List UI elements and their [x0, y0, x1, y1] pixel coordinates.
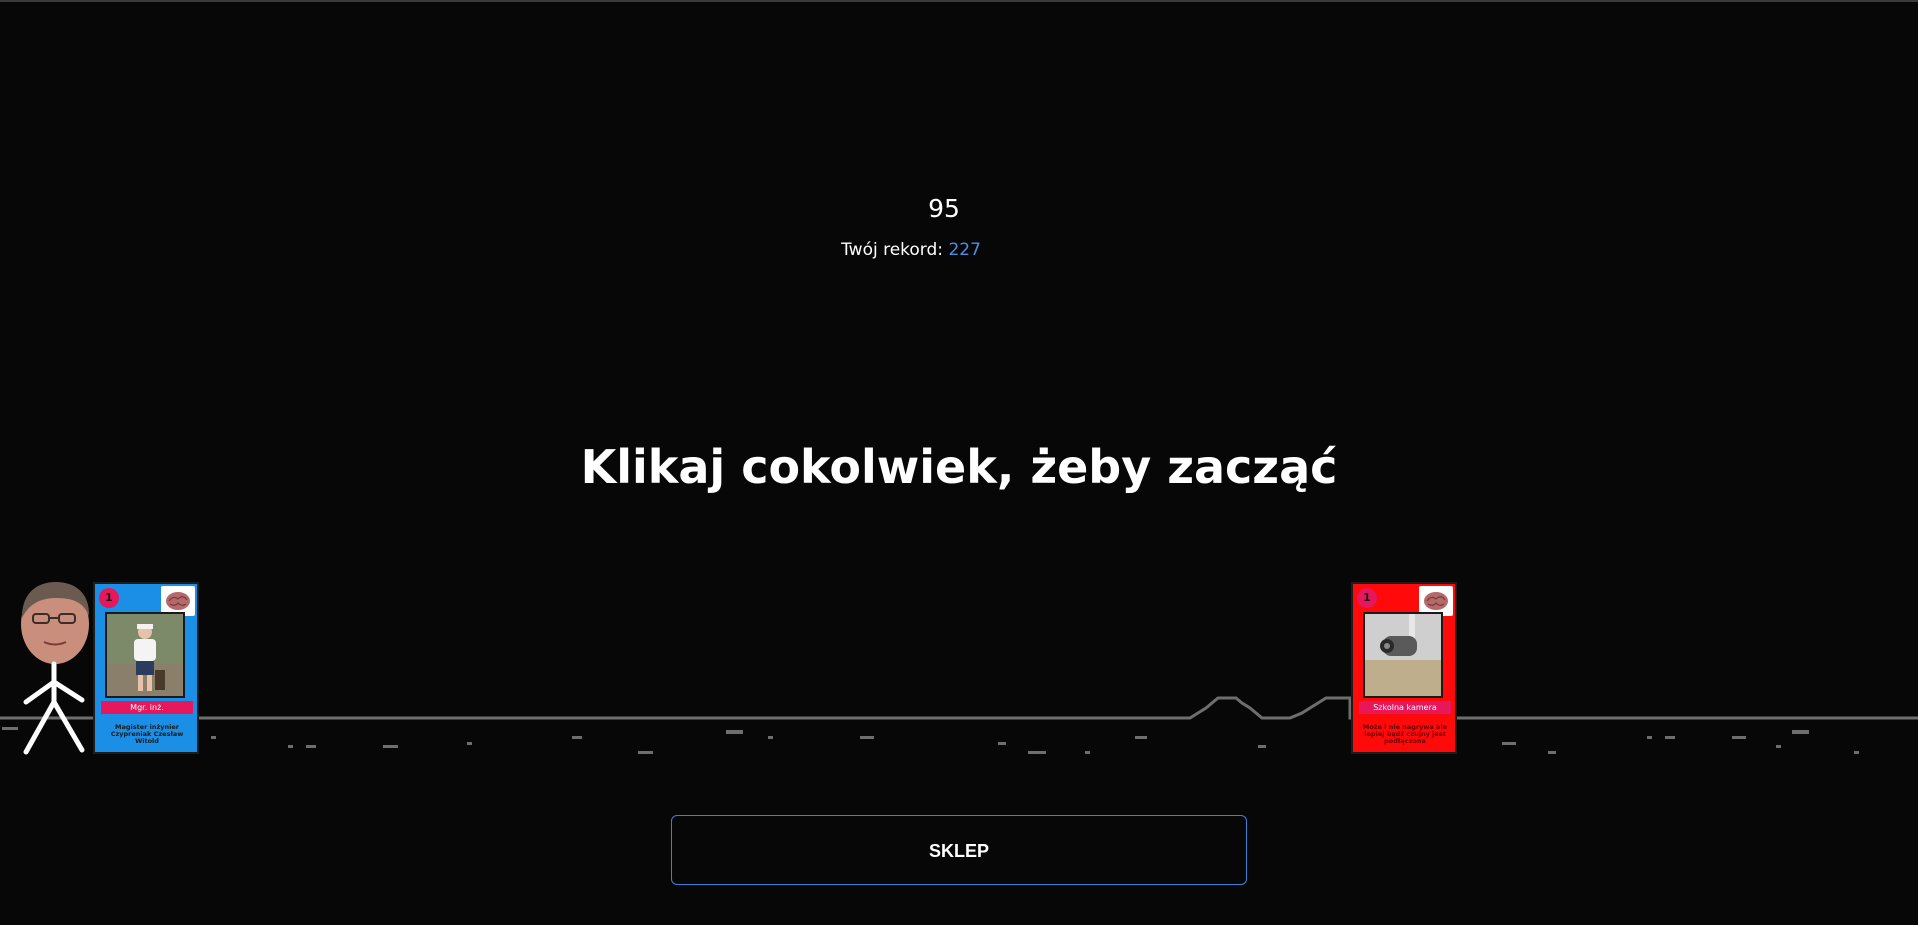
player-card: 1 Mgr. inż. Magister inżynier Czypreniak… [93, 582, 199, 754]
ground-line [0, 696, 1918, 720]
player-card-level-badge: 1 [99, 588, 119, 608]
player-body [23, 661, 85, 755]
game-canvas[interactable]: 95 Twój rekord: 227 Klikaj cokolwiek, że… [0, 0, 1918, 925]
obstacle-card-title: Szkolna kamera [1359, 701, 1451, 714]
player-card-photo [105, 612, 185, 698]
player-card-title: Mgr. inż. [101, 701, 193, 714]
shop-button[interactable]: SKLEP [671, 815, 1247, 885]
obstacle-card: 1 Szkolna kamera Może i nie nagrywa ale … [1351, 582, 1457, 754]
player-card-description: Magister inżynier Czypreniak Czesław Wit… [110, 723, 184, 745]
player-head [21, 582, 90, 664]
obstacle-card-description: Może i nie nagrywa ale lepiej bądź czujn… [1362, 723, 1448, 745]
player-character [21, 582, 90, 755]
obstacle-card-photo [1363, 612, 1443, 698]
ground [0, 696, 1918, 754]
obstacle-card-level-badge: 1 [1357, 588, 1377, 608]
ground-pebbles [2, 727, 1859, 754]
